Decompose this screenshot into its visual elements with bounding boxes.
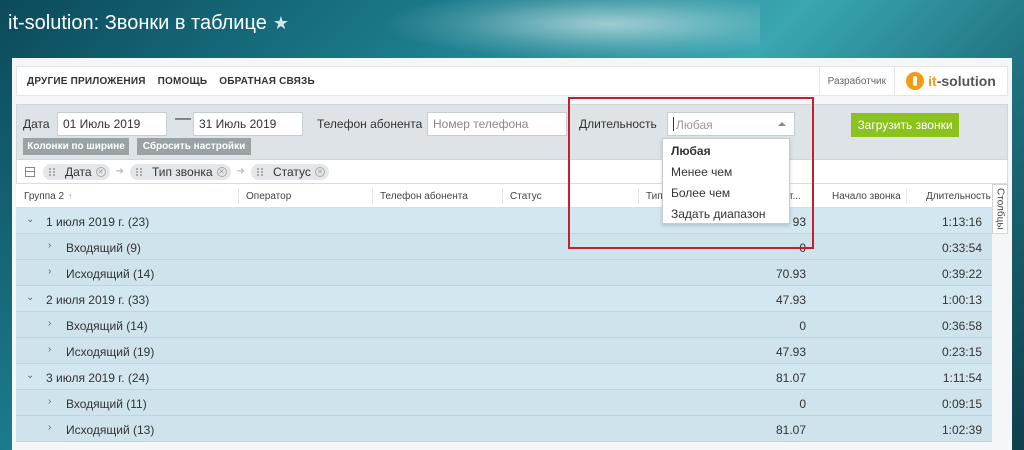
table-header: Группа 2 ↑ Оператор Телефон абонента Стат…	[16, 184, 992, 208]
chevron-right-icon[interactable]: ›	[48, 318, 51, 329]
menu-help[interactable]: ПОМОЩЬ	[158, 76, 208, 87]
chevron-down-icon[interactable]: ⌄	[26, 370, 34, 381]
close-icon[interactable]: ✕	[95, 166, 106, 177]
chevron-right-icon[interactable]: ›	[48, 344, 51, 355]
table-row[interactable]: › Входящий (9) 0 0:33:54	[16, 234, 992, 260]
text-cursor	[673, 117, 674, 131]
header-start[interactable]: Начало звонка	[832, 191, 901, 202]
drag-handle-icon[interactable]	[49, 167, 55, 176]
chip-label: Дата	[65, 164, 92, 179]
chevron-down-icon[interactable]: ⌄	[26, 214, 34, 225]
app-title-text: it-solution: Звонки в таблице	[8, 12, 267, 34]
top-menu: ДРУГИЕ ПРИЛОЖЕНИЯ ПОМОЩЬ ОБРАТНАЯ СВЯЗЬ …	[16, 66, 1008, 96]
duration-placeholder: Любая	[676, 118, 713, 132]
column-divider[interactable]	[372, 188, 373, 204]
header-operator[interactable]: Оператор	[246, 191, 291, 202]
chevron-right-icon[interactable]: ›	[48, 240, 51, 251]
close-icon[interactable]: ✕	[216, 166, 227, 177]
grouping-bar: Дата ✕ ➜ Тип звонка ✕ ➜ Статус ✕	[16, 160, 1008, 184]
phone-input[interactable]: Номер телефона	[427, 112, 567, 136]
column-divider[interactable]	[238, 188, 239, 204]
header-cost[interactable]: т...	[789, 191, 801, 202]
app-title: it-solution: Звонки в таблице ★	[8, 12, 289, 35]
header-phone[interactable]: Телефон абонента	[380, 191, 468, 202]
group-chip-status[interactable]: Статус ✕	[250, 163, 329, 180]
chevron-right-icon[interactable]: ›	[48, 396, 51, 407]
star-icon[interactable]: ★	[273, 13, 289, 34]
chip-label: Статус	[272, 164, 311, 179]
reset-settings-button[interactable]: Сбросить настройки	[137, 138, 251, 155]
arrow-right-icon: ➜	[236, 166, 245, 177]
table-row[interactable]: ⌄ 1 июля 2019 г. (23) 93 1:13:16	[16, 208, 992, 234]
columns-tab[interactable]: Столбцы	[992, 184, 1008, 234]
header-group[interactable]: Группа 2 ↑	[24, 191, 73, 202]
caret-up-icon	[778, 122, 786, 126]
duration-label: Длительность	[579, 117, 657, 131]
header-duration[interactable]: Длительность	[926, 191, 991, 202]
drag-handle-icon[interactable]	[135, 167, 142, 176]
table-row[interactable]: ⌄ 3 июля 2019 г. (24) 81.07 1:11:54	[16, 364, 992, 390]
table-row[interactable]: › Входящий (11) 0 0:09:15	[16, 390, 992, 416]
filter-panel: Дата 01 Июль 2019 — 31 Июль 2019 Телефон…	[16, 104, 1008, 160]
arrow-right-icon: ➜	[115, 166, 124, 177]
close-icon[interactable]: ✕	[314, 166, 325, 177]
table-row[interactable]: › Исходящий (13) 81.07 1:02:39	[16, 416, 992, 442]
table-row[interactable]: ⌄ 2 июля 2019 г. (33) 47.93 1:00:13	[16, 286, 992, 312]
sort-up-icon: ↑	[68, 191, 73, 201]
column-divider[interactable]	[812, 188, 813, 204]
chevron-down-icon[interactable]: ⌄	[26, 292, 34, 303]
column-divider[interactable]	[906, 188, 907, 204]
menu-feedback[interactable]: ОБРАТНАЯ СВЯЗЬ	[219, 76, 315, 87]
date-from-input[interactable]: 01 Июль 2019	[57, 112, 167, 136]
fit-columns-button[interactable]: Колонки по ширине	[23, 138, 129, 155]
table-body: ⌄ 1 июля 2019 г. (23) 93 1:13:16 › Входя…	[16, 208, 992, 450]
duration-dropdown: Любая Менее чем Более чем Задать диапазо…	[662, 138, 790, 224]
workarea: ДРУГИЕ ПРИЛОЖЕНИЯ ПОМОЩЬ ОБРАТНАЯ СВЯЗЬ …	[12, 58, 1012, 450]
header-status[interactable]: Статус	[510, 191, 542, 202]
chevron-right-icon[interactable]: ›	[48, 422, 51, 433]
group-chip-date[interactable]: Дата ✕	[43, 163, 110, 180]
column-divider[interactable]	[502, 188, 503, 204]
chevron-right-icon[interactable]: ›	[48, 266, 51, 277]
table-row[interactable]: › Исходящий (14) 70.93 0:39:22	[16, 260, 992, 286]
phone-label: Телефон абонента	[317, 117, 423, 131]
developer-link[interactable]: Разработчик	[818, 67, 895, 95]
header-type[interactable]: Тип	[646, 191, 663, 202]
logo-icon	[906, 72, 925, 90]
column-divider[interactable]	[638, 188, 639, 204]
duration-select[interactable]: Любая	[667, 112, 795, 136]
table-row[interactable]: › Исходящий (19) 47.93 0:23:15	[16, 338, 992, 364]
menu-other-apps[interactable]: ДРУГИЕ ПРИЛОЖЕНИЯ	[27, 76, 146, 87]
date-to-input[interactable]: 31 Июль 2019	[193, 112, 303, 136]
option-range[interactable]: Задать диапазон	[671, 207, 766, 221]
drag-handle-icon[interactable]	[256, 167, 263, 176]
background-foam	[380, 0, 760, 60]
date-range-dash: —	[175, 110, 191, 127]
option-any[interactable]: Любая	[671, 144, 711, 158]
grouping-icon	[25, 166, 35, 177]
date-label: Дата	[23, 117, 50, 131]
load-calls-button[interactable]: Загрузить звонки	[851, 113, 959, 137]
option-less-than[interactable]: Менее чем	[671, 165, 732, 179]
group-chip-call-type[interactable]: Тип звонка ✕	[129, 163, 231, 180]
table-row[interactable]: › Входящий (14) 0 0:36:58	[16, 312, 992, 338]
option-more-than[interactable]: Более чем	[671, 186, 730, 200]
it-solution-logo[interactable]: it-solution	[895, 67, 1007, 95]
chip-label: Тип звонка	[151, 164, 213, 179]
logo-text: it-solution	[928, 73, 996, 89]
